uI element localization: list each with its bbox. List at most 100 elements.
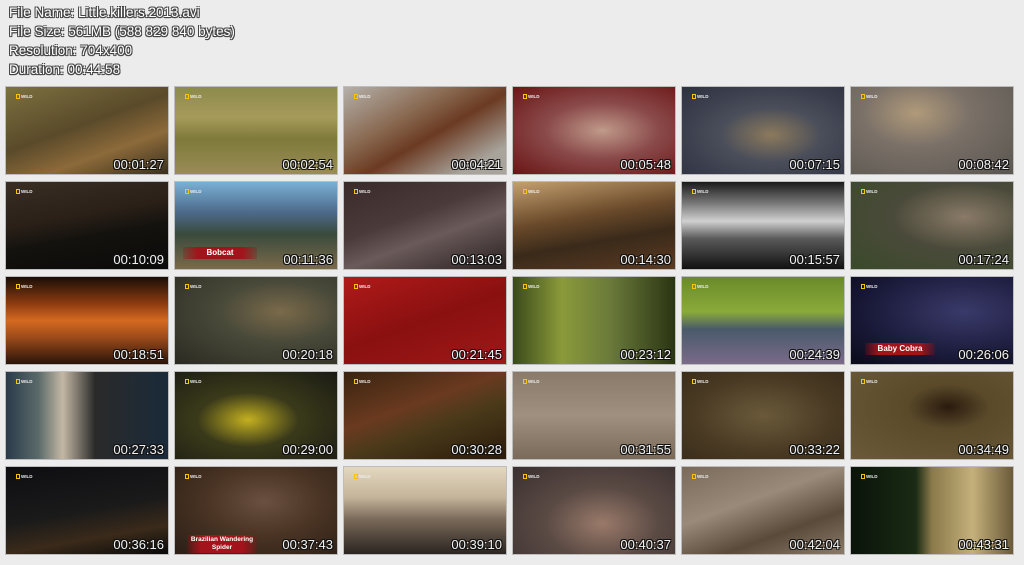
video-thumbnail: WILD 00:08:42 [850, 86, 1014, 175]
channel-logo: WILD [185, 189, 203, 195]
channel-logo-text: WILD [528, 379, 540, 384]
thumbnail-caption: Brazilian Wandering Spider [187, 535, 257, 553]
channel-logo: WILD [523, 474, 541, 480]
thumbnail-timestamp: 00:17:24 [958, 252, 1009, 267]
channel-logo: WILD [861, 284, 879, 290]
channel-logo: WILD [861, 379, 879, 385]
video-thumbnail: WILD 00:21:45 [343, 276, 507, 365]
thumbnail-timestamp: 00:15:57 [789, 252, 840, 267]
logo-frame-icon [354, 94, 358, 100]
logo-frame-icon [861, 189, 865, 195]
channel-logo-text: WILD [359, 284, 371, 289]
video-thumbnail: WILD 00:04:21 [343, 86, 507, 175]
channel-logo: WILD [16, 474, 34, 480]
thumbnail-timestamp: 00:42:04 [789, 537, 840, 552]
logo-frame-icon [692, 189, 696, 195]
video-thumbnail: WILD Bobcat 00:11:36 [174, 181, 338, 270]
thumbnail-timestamp: 00:04:21 [451, 157, 502, 172]
channel-logo-text: WILD [528, 284, 540, 289]
video-thumbnail: WILD 00:31:55 [512, 371, 676, 460]
video-thumbnail: WILD 00:29:00 [174, 371, 338, 460]
channel-logo-text: WILD [697, 189, 709, 194]
channel-logo-text: WILD [359, 189, 371, 194]
video-thumbnail: WILD 00:10:09 [5, 181, 169, 270]
thumbnail-timestamp: 00:13:03 [451, 252, 502, 267]
logo-frame-icon [354, 379, 358, 385]
channel-logo: WILD [861, 474, 879, 480]
thumbnail-timestamp: 00:11:36 [283, 252, 333, 267]
channel-logo: WILD [16, 94, 34, 100]
thumbnail-timestamp: 00:34:49 [958, 442, 1009, 457]
video-thumbnail: WILD 00:24:39 [681, 276, 845, 365]
channel-logo-text: WILD [359, 379, 371, 384]
thumbnail-timestamp: 00:43:31 [958, 537, 1009, 552]
channel-logo-text: WILD [190, 189, 202, 194]
thumbnail-timestamp: 00:29:00 [282, 442, 333, 457]
video-thumbnail: WILD 00:05:48 [512, 86, 676, 175]
file-size-text: File Size: 561MB (588 829 840 bytes) [9, 24, 235, 39]
thumbnail-timestamp: 00:39:10 [451, 537, 502, 552]
video-thumbnail: WILD 00:15:57 [681, 181, 845, 270]
channel-logo: WILD [523, 379, 541, 385]
channel-logo-text: WILD [190, 379, 202, 384]
thumbnail-timestamp: 00:21:45 [451, 347, 502, 362]
thumbnail-timestamp: 00:08:42 [958, 157, 1009, 172]
channel-logo: WILD [16, 189, 34, 195]
logo-frame-icon [861, 379, 865, 385]
video-thumbnail: WILD 00:30:28 [343, 371, 507, 460]
logo-frame-icon [185, 94, 189, 100]
channel-logo-text: WILD [866, 284, 878, 289]
file-name-text: File Name: Little.killers.2013.avi [9, 5, 200, 20]
thumbnail-timestamp: 00:26:06 [958, 347, 1009, 362]
channel-logo: WILD [692, 379, 710, 385]
thumbnail-timestamp: 00:07:15 [789, 157, 840, 172]
video-thumbnail: WILD 00:27:33 [5, 371, 169, 460]
channel-logo: WILD [692, 474, 710, 480]
thumbnail-timestamp: 00:40:37 [620, 537, 671, 552]
channel-logo: WILD [354, 379, 372, 385]
video-thumbnail: WILD 00:14:30 [512, 181, 676, 270]
logo-frame-icon [523, 379, 527, 385]
logo-frame-icon [523, 284, 527, 290]
logo-frame-icon [16, 94, 20, 100]
channel-logo-text: WILD [528, 94, 540, 99]
channel-logo: WILD [692, 94, 710, 100]
channel-logo: WILD [354, 284, 372, 290]
video-thumbnail: WILD Baby Cobra 00:26:06 [850, 276, 1014, 365]
thumbnail-timestamp: 00:20:18 [282, 347, 333, 362]
thumbnail-timestamp: 00:36:16 [113, 537, 164, 552]
video-thumbnail: WILD 00:18:51 [5, 276, 169, 365]
logo-frame-icon [354, 284, 358, 290]
thumbnail-timestamp: 00:24:39 [789, 347, 840, 362]
channel-logo: WILD [16, 284, 34, 290]
channel-logo-text: WILD [697, 474, 709, 479]
channel-logo-text: WILD [697, 94, 709, 99]
thumbnail-timestamp: 00:10:09 [113, 252, 164, 267]
channel-logo-text: WILD [21, 284, 33, 289]
channel-logo: WILD [523, 284, 541, 290]
channel-logo: WILD [185, 94, 203, 100]
channel-logo: WILD [354, 94, 372, 100]
channel-logo-text: WILD [697, 379, 709, 384]
channel-logo: WILD [861, 94, 879, 100]
thumbnail-timestamp: 00:01:27 [113, 157, 164, 172]
channel-logo: WILD [16, 379, 34, 385]
thumbnail-timestamp: 00:14:30 [620, 252, 671, 267]
thumbnail-timestamp: 00:27:33 [113, 442, 164, 457]
logo-frame-icon [16, 474, 20, 480]
channel-logo-text: WILD [359, 94, 371, 99]
logo-frame-icon [692, 474, 696, 480]
logo-frame-icon [16, 189, 20, 195]
channel-logo-text: WILD [866, 94, 878, 99]
video-thumbnail: WILD 00:34:49 [850, 371, 1014, 460]
channel-logo: WILD [354, 189, 372, 195]
channel-logo: WILD [861, 189, 879, 195]
channel-logo: WILD [692, 284, 710, 290]
thumbnail-caption: Bobcat [183, 247, 257, 259]
video-thumbnail: WILD 00:13:03 [343, 181, 507, 270]
thumbnail-timestamp: 00:23:12 [620, 347, 671, 362]
channel-logo-text: WILD [190, 474, 202, 479]
logo-frame-icon [523, 474, 527, 480]
video-thumbnail: WILD 00:42:04 [681, 466, 845, 555]
channel-logo-text: WILD [190, 94, 202, 99]
